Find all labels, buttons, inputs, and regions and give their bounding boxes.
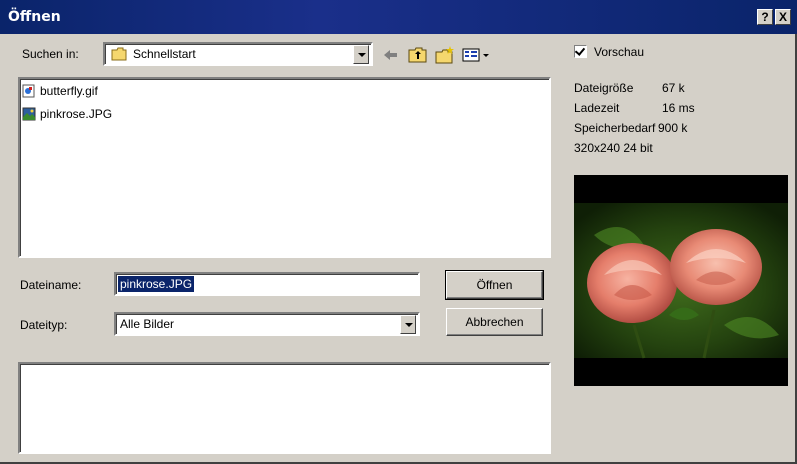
dimensions-row: 320x240 24 bit (574, 141, 653, 155)
filesize-label: Dateigröße (574, 81, 634, 95)
preview-checkbox-label[interactable]: Vorschau (594, 45, 644, 59)
filetype-value: Alle Bilder (120, 317, 175, 331)
memory-value: 900 k (658, 121, 688, 135)
lookin-label: Suchen in: (22, 47, 79, 61)
loadtime-row: Ladezeit 16 ms (574, 101, 695, 115)
description-box (18, 362, 551, 454)
up-folder-icon[interactable] (407, 45, 429, 65)
preview-checkbox[interactable] (574, 45, 587, 58)
chevron-down-icon (358, 53, 366, 57)
chevron-down-icon (405, 323, 413, 327)
file-list[interactable]: butterfly.gif pinkrose.JPG (18, 77, 551, 258)
folder-icon (111, 47, 127, 64)
filesize-value: 67 k (662, 81, 685, 95)
filetype-combobox[interactable]: Alle Bilder (114, 312, 420, 336)
gif-file-icon (22, 84, 36, 98)
lookin-combobox[interactable]: Schnellstart (103, 42, 373, 66)
view-menu-icon[interactable] (461, 45, 495, 65)
preview-image (574, 175, 788, 386)
memory-row: Speicherbedarf 900 k (574, 121, 687, 135)
new-folder-icon[interactable] (434, 45, 456, 65)
filename-label: Dateiname: (20, 278, 82, 292)
rose-picture-icon (574, 203, 788, 359)
filetype-label: Dateityp: (20, 318, 68, 332)
open-dialog: Öffnen ? X Suchen in: Schnellstart butte… (0, 0, 797, 464)
file-name: butterfly.gif (40, 84, 98, 98)
jpg-file-icon (22, 107, 36, 121)
filetype-dropdown-button[interactable] (400, 315, 416, 334)
filesize-row: Dateigröße 67 k (574, 81, 685, 95)
file-name: pinkrose.JPG (40, 107, 113, 121)
lookin-value: Schnellstart (133, 47, 196, 61)
lookin-dropdown-button[interactable] (353, 45, 369, 64)
open-button[interactable]: Öffnen (445, 270, 544, 300)
memory-label: Speicherbedarf (574, 121, 656, 135)
dialog-title: Öffnen (8, 9, 61, 25)
title-bar[interactable]: Öffnen ? X (0, 0, 797, 34)
loadtime-label: Ladezeit (574, 101, 620, 115)
back-arrow-icon[interactable] (380, 45, 402, 65)
help-button[interactable]: ? (757, 9, 773, 25)
cancel-button[interactable]: Abbrechen (446, 308, 543, 336)
filename-value: pinkrose.JPG (118, 276, 195, 292)
loadtime-value: 16 ms (662, 101, 695, 115)
close-button[interactable]: X (775, 9, 791, 25)
dimensions-text: 320x240 24 bit (574, 141, 653, 155)
filename-input[interactable]: pinkrose.JPG (114, 272, 420, 296)
